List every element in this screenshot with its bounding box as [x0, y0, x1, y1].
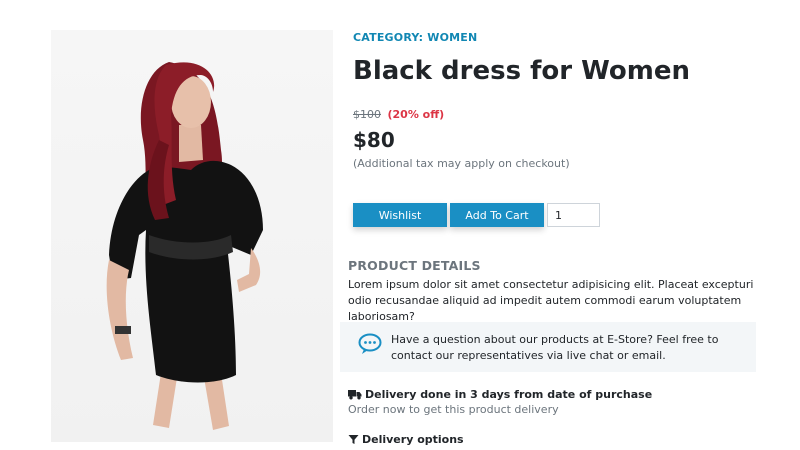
price-row: $100 (20% off)	[353, 108, 444, 121]
current-price: $80	[353, 128, 395, 152]
old-price: $100	[353, 108, 381, 121]
product-photo	[106, 62, 263, 430]
quantity-input[interactable]	[547, 203, 600, 227]
product-category[interactable]: CATEGORY: WOMEN	[353, 31, 477, 44]
product-image	[51, 30, 333, 442]
delivery-title: Delivery done in 3 days from date of pur…	[365, 388, 653, 401]
delivery-options-label: Delivery options	[362, 433, 464, 446]
discount-label: (20% off)	[387, 108, 445, 121]
filter-icon	[348, 435, 359, 444]
delivery-options-toggle[interactable]: Delivery options	[348, 433, 464, 446]
delivery-subtitle: Order now to get this product delivery	[348, 403, 559, 416]
support-info-box: Have a question about our products at E-…	[340, 322, 756, 372]
product-details-text: Lorem ipsum dolor sit amet consectetur a…	[348, 278, 754, 323]
chat-bubble-icon	[358, 333, 382, 354]
delivery-info: Delivery done in 3 days from date of pur…	[348, 388, 652, 401]
wishlist-button[interactable]: Wishlist	[353, 203, 447, 227]
product-title: Black dress for Women	[353, 56, 690, 86]
product-page: CATEGORY: WOMEN Black dress for Women $1…	[0, 0, 800, 450]
add-to-cart-button[interactable]: Add To Cart	[450, 203, 544, 227]
tax-note: (Additional tax may apply on checkout)	[353, 157, 570, 170]
truck-icon	[348, 390, 362, 400]
product-details-heading: PRODUCT DETAILS	[348, 258, 481, 273]
support-text: Have a question about our products at E-…	[391, 333, 719, 362]
